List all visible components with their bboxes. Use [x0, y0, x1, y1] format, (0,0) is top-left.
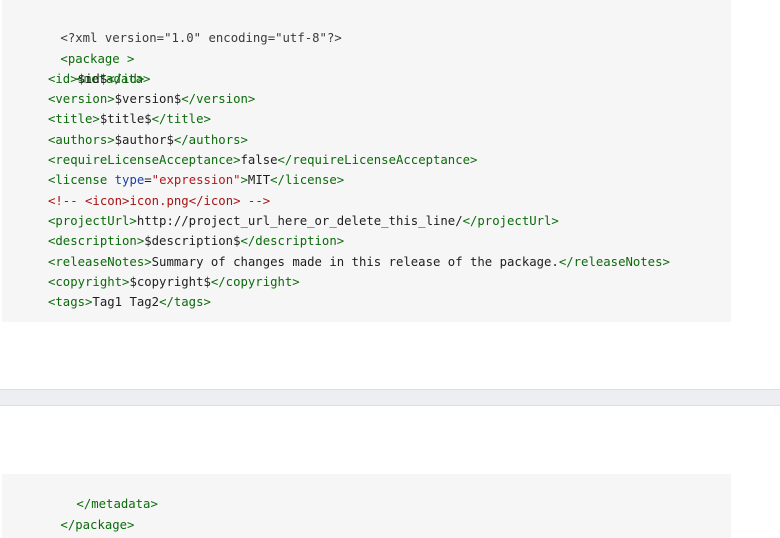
code-line-title: <title>$title$</title> [2, 109, 731, 129]
copyright-open-tag: <copyright> [48, 274, 130, 289]
comment-end: --> [240, 193, 271, 208]
license-attr-value: "expression" [151, 173, 241, 188]
comment-icon-text: icon.png [129, 193, 189, 208]
license-open-start: <license [48, 173, 115, 188]
title-close-tag: </title> [151, 112, 211, 127]
authors-close-tag: </authors> [173, 132, 248, 147]
code-line-icon-comment: <!-- <icon>icon.png</icon> --> [2, 191, 731, 211]
xml-declaration: <?xml version="1.0" encoding="utf-8"?> [60, 31, 342, 46]
code-line-id: <id>$id$</id> [2, 69, 731, 89]
release-notes-value: Summary of changes made in this release … [151, 254, 559, 269]
release-notes-close-tag: </releaseNotes> [558, 254, 670, 269]
version-open-tag: <version> [48, 92, 115, 107]
code-line-tags: <tags>Tag1 Tag2</tags> [2, 292, 731, 312]
code-line-xml-declaration: <?xml version="1.0" encoding="utf-8"?> [2, 8, 731, 45]
code-line-require-license-acceptance: <requireLicenseAcceptance>false</require… [2, 150, 731, 170]
package-open-tag: <package > [60, 51, 135, 66]
comment-icon-close: </icon> [188, 193, 241, 208]
description-value: $description$ [144, 234, 241, 249]
code-line-copyright: <copyright>$copyright$</copyright> [2, 272, 731, 292]
code-block-top: <?xml version="1.0" encoding="utf-8"?> <… [2, 0, 731, 322]
package-close-tag: </package> [60, 517, 135, 532]
code-block-bottom: </metadata> </package> [2, 474, 731, 538]
license-attr-name: type [114, 173, 145, 188]
license-value: MIT [247, 173, 271, 188]
copyright-close-tag: </copyright> [210, 274, 300, 289]
project-url-value: http://project_url_here_or_delete_this_l… [136, 213, 463, 228]
authors-value: $author$ [114, 132, 174, 147]
tags-value: Tag1 Tag2 [92, 295, 160, 310]
require-license-value: false [240, 153, 278, 168]
copyright-value: $copyright$ [129, 274, 211, 289]
require-license-close-tag: </requireLicenseAcceptance> [277, 153, 478, 168]
tags-close-tag: </tags> [159, 295, 211, 310]
comment-start: <!-- [48, 193, 86, 208]
code-line-metadata-close: </metadata> [2, 474, 731, 511]
description-close-tag: </description> [240, 234, 345, 249]
project-url-open-tag: <projectUrl> [48, 213, 137, 228]
project-url-close-tag: </projectUrl> [462, 213, 559, 228]
title-open-tag: <title> [48, 112, 100, 127]
require-license-open-tag: <requireLicenseAcceptance> [48, 153, 241, 168]
version-value: $version$ [114, 92, 182, 107]
metadata-close-tag: </metadata> [76, 497, 158, 512]
code-line-authors: <authors>$author$</authors> [2, 130, 731, 150]
id-value: $id$ [77, 71, 108, 86]
code-line-version: <version>$version$</version> [2, 89, 731, 109]
license-open-end: > [240, 173, 248, 188]
comment-icon-open: <icon> [85, 193, 130, 208]
tags-open-tag: <tags> [48, 295, 93, 310]
code-line-description: <description>$description$</description> [2, 231, 731, 251]
description-open-tag: <description> [48, 234, 145, 249]
page: <?xml version="1.0" encoding="utf-8"?> <… [0, 0, 780, 538]
authors-open-tag: <authors> [48, 132, 115, 147]
release-notes-open-tag: <releaseNotes> [48, 254, 152, 269]
code-line-release-notes: <releaseNotes>Summary of changes made in… [2, 252, 731, 272]
section-divider [0, 389, 780, 406]
title-value: $title$ [99, 112, 152, 127]
id-close-tag: </id> [107, 71, 145, 86]
version-close-tag: </version> [181, 92, 256, 107]
id-open-tag: <id> [48, 71, 78, 86]
license-attr-eq: = [144, 173, 152, 188]
license-close-tag: </license> [270, 173, 345, 188]
code-line-project-url: <projectUrl>http://project_url_here_or_d… [2, 211, 731, 231]
code-line-license: <license type="expression">MIT</license> [2, 170, 731, 190]
